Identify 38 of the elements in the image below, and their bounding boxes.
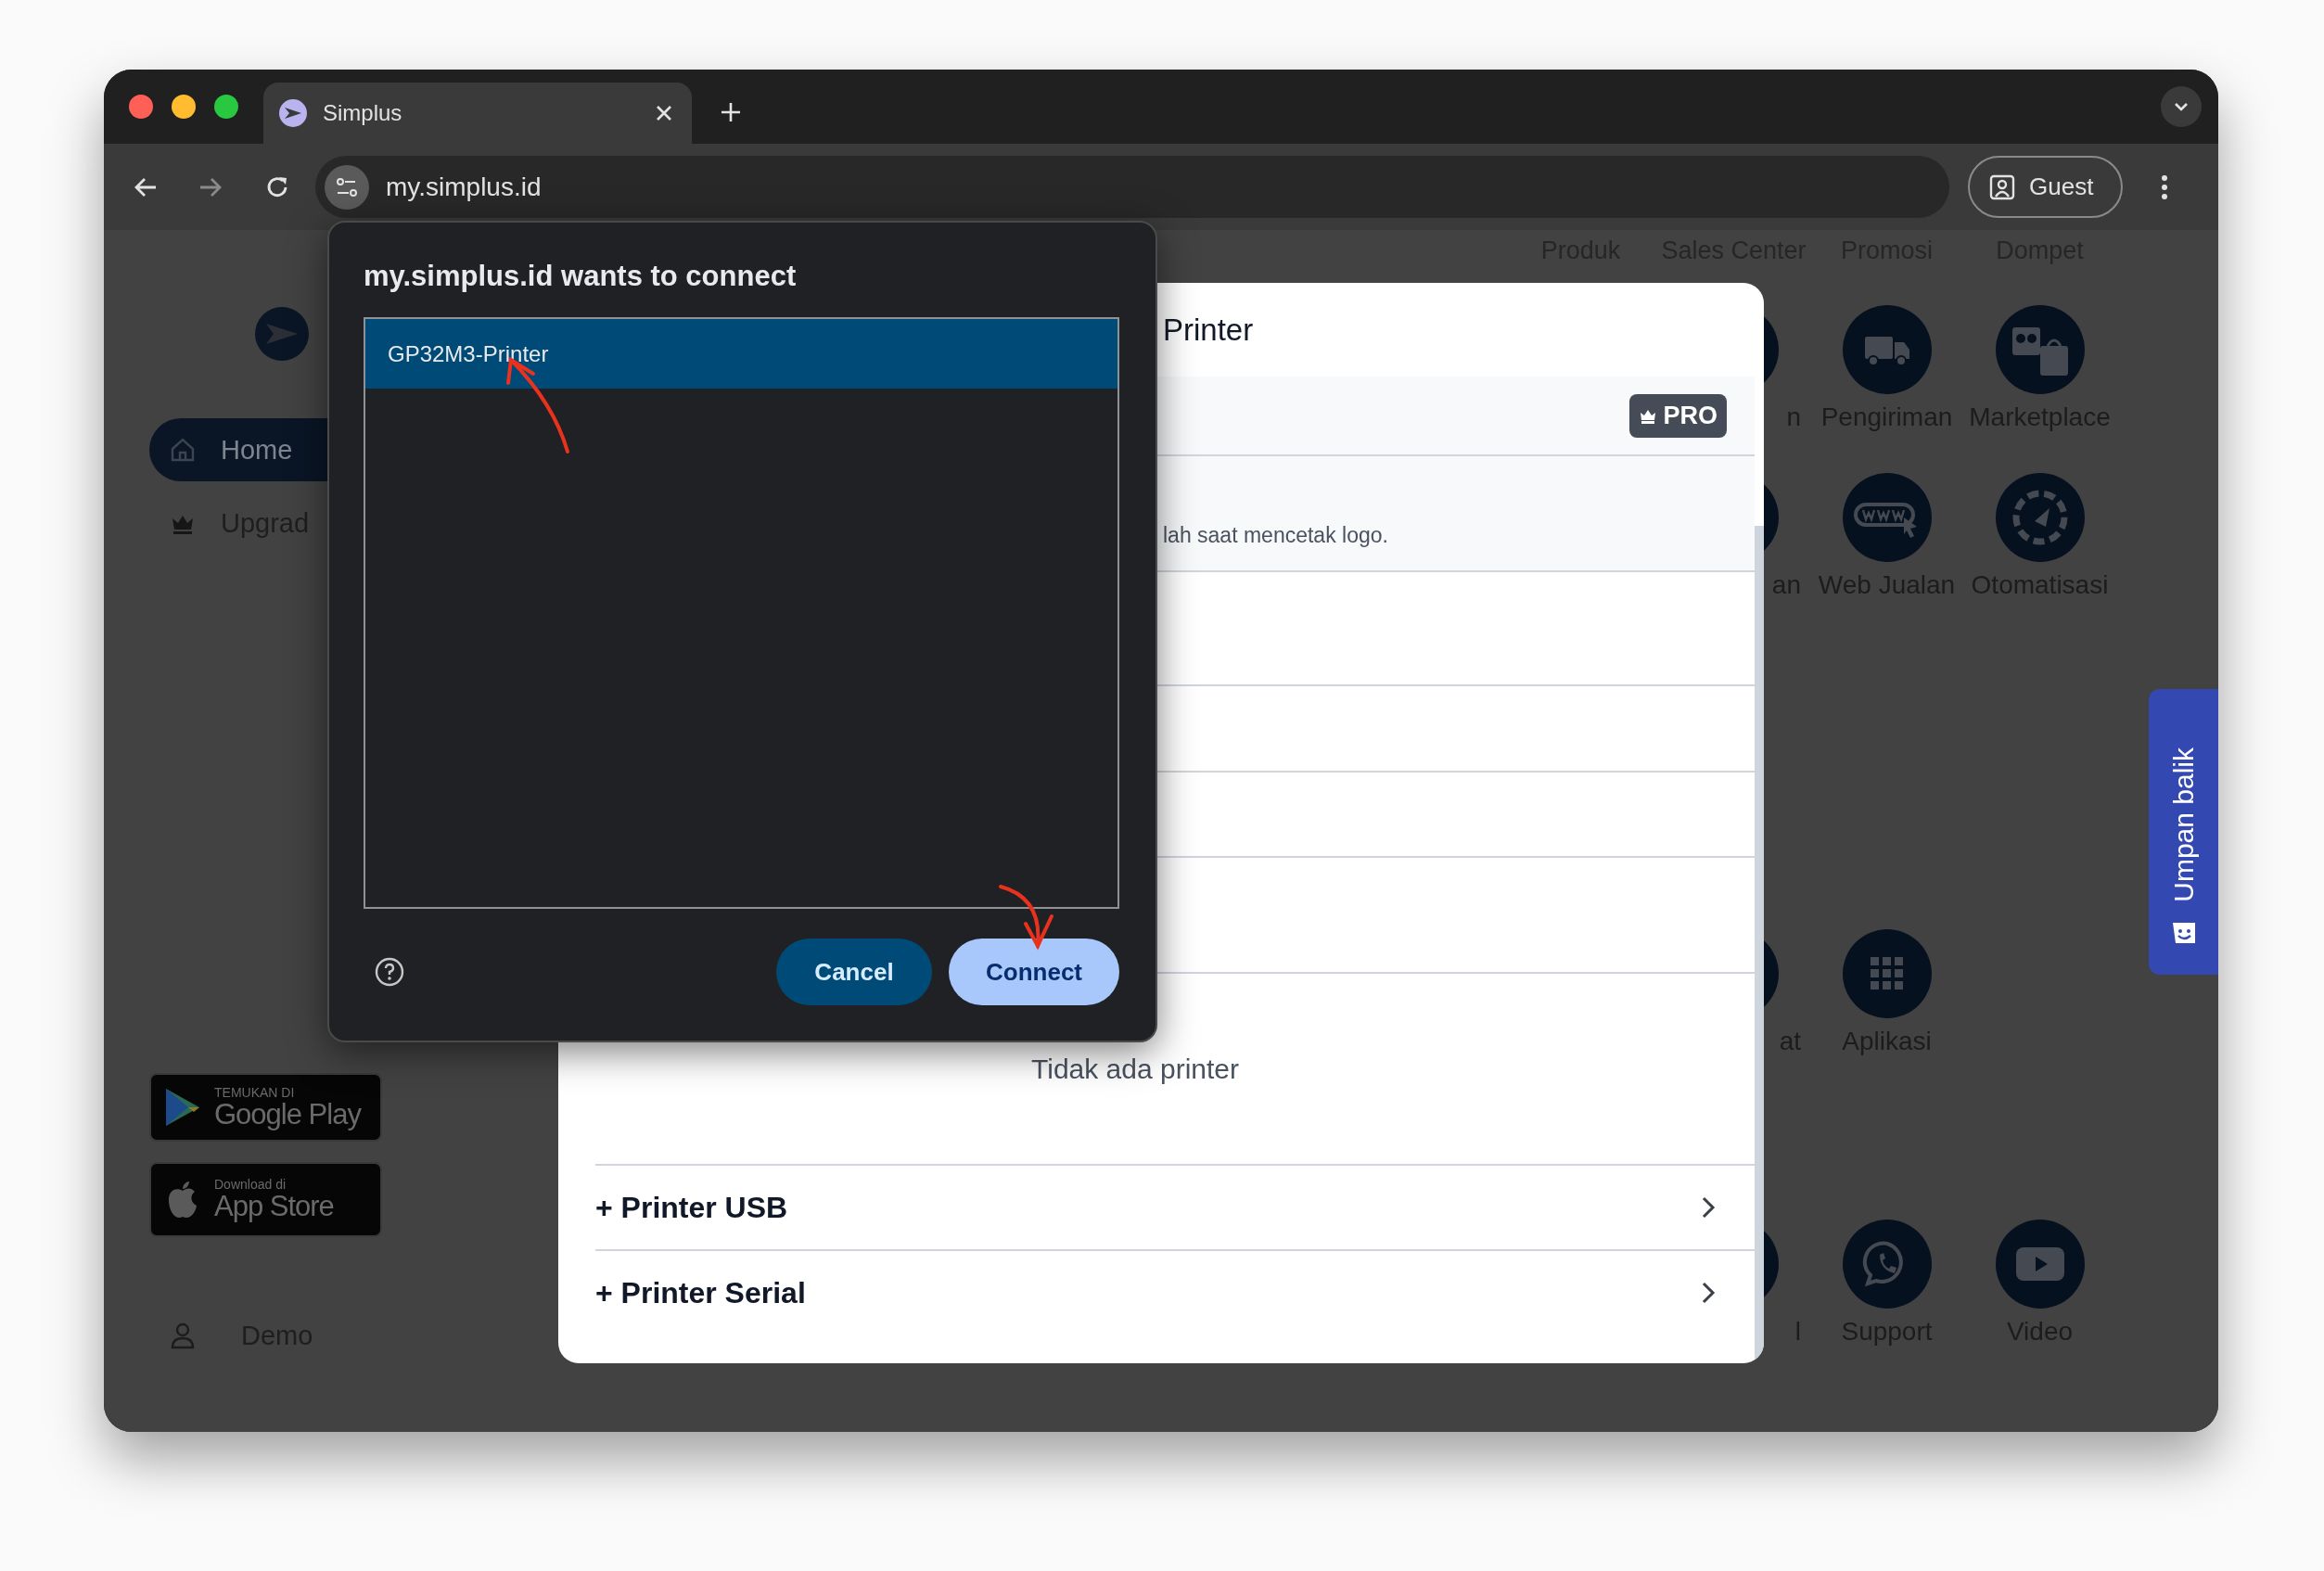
pro-badge: PRO	[1629, 393, 1727, 438]
cancel-button[interactable]: Cancel	[776, 939, 932, 1005]
help-icon[interactable]	[375, 957, 404, 987]
play-store-icon	[164, 1087, 201, 1128]
store-badge[interactable]: Download di App Store	[149, 1162, 382, 1237]
dialog-title: my.simplus.id wants to connect	[364, 260, 798, 294]
annotation-arrow	[999, 885, 1053, 951]
connect-button[interactable]: Connect	[949, 939, 1119, 1005]
empty-message: Tidak ada printer	[1031, 1053, 1239, 1085]
profile-icon	[1988, 172, 2016, 201]
store-badge[interactable]: TEMUKAN DI Google Play	[149, 1073, 382, 1142]
tab-title: Simplus	[323, 100, 403, 126]
logo-icon	[255, 307, 309, 361]
user-icon	[169, 1322, 197, 1349]
badge-caption: TEMUKAN DI	[214, 1084, 296, 1100]
browser-tab[interactable]: Simplus	[263, 83, 692, 144]
new-tab-icon[interactable]	[720, 101, 742, 123]
minimize-window-button[interactable]	[172, 95, 196, 119]
maximize-window-button[interactable]	[214, 95, 238, 119]
tab-search-button[interactable]	[2161, 86, 2202, 127]
add-printer-option[interactable]: + Printer USB	[595, 1164, 1755, 1249]
feedback-tab[interactable]: Umpan balik	[2149, 689, 2218, 975]
setting-description: lah saat mencetak logo.	[1163, 523, 1388, 548]
menu-icon[interactable]	[2160, 172, 2169, 201]
add-printer-option[interactable]: + Printer Serial	[595, 1249, 1755, 1335]
url-text: my.simplus.id	[386, 172, 542, 202]
badge-title: Google Play	[214, 1099, 361, 1130]
modal-title: Printer	[1163, 312, 1254, 348]
close-icon[interactable]	[655, 104, 673, 122]
badge-title: App Store	[214, 1192, 334, 1222]
site-settings-icon[interactable]	[325, 164, 369, 210]
profile-button[interactable]: Guest	[1968, 156, 2123, 218]
close-window-button[interactable]	[129, 95, 153, 119]
logo-icon	[278, 98, 308, 128]
address-bar[interactable]: my.simplus.id	[315, 156, 1949, 218]
home-icon	[169, 436, 197, 464]
device-item[interactable]: GP32M3-Printer	[365, 319, 1117, 389]
badge-caption: Download di	[214, 1177, 287, 1193]
